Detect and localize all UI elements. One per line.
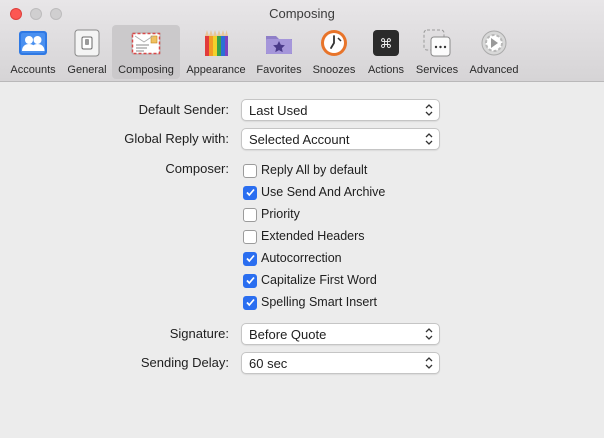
- sending-delay-row: Sending Delay: 60 sec: [0, 352, 604, 374]
- send-and-archive-label: Use Send And Archive: [261, 185, 386, 199]
- tab-general-label: General: [67, 64, 107, 76]
- sending-delay-label: Sending Delay:: [140, 355, 229, 370]
- priority-label: Priority: [261, 207, 300, 221]
- tab-favorites-label: Favorites: [256, 64, 302, 76]
- default-sender-value: Last Used: [249, 103, 308, 118]
- reply-all-label: Reply All by default: [261, 163, 368, 177]
- tab-snoozes-label: Snoozes: [312, 64, 356, 76]
- sending-delay-popup[interactable]: 60 sec: [241, 352, 440, 374]
- actions-icon: ⌘: [373, 30, 399, 56]
- window-title: Composing: [269, 6, 335, 21]
- tab-advanced[interactable]: Advanced: [464, 25, 524, 79]
- tab-accounts[interactable]: Accounts: [4, 25, 62, 79]
- extended-headers-checkbox[interactable]: [243, 230, 257, 244]
- signature-row: Signature: Before Quote: [0, 323, 604, 345]
- default-sender-label: Default Sender:: [138, 102, 229, 117]
- signature-label: Signature:: [169, 326, 229, 341]
- autocorrection-checkbox[interactable]: [243, 252, 257, 266]
- tab-appearance[interactable]: Appearance: [180, 25, 252, 79]
- tab-composing[interactable]: Composing: [112, 25, 180, 79]
- general-icon: [74, 29, 100, 57]
- signature-popup[interactable]: Before Quote: [241, 323, 440, 345]
- tab-actions-label: Actions: [367, 64, 405, 76]
- global-reply-label: Global Reply with:: [124, 131, 229, 146]
- tab-actions[interactable]: ⌘ Actions: [362, 25, 410, 79]
- tab-composing-label: Composing: [118, 64, 174, 76]
- snoozes-icon: [321, 30, 347, 56]
- global-reply-row: Global Reply with: Selected Account: [0, 128, 604, 150]
- spelling-smart-insert-checkbox[interactable]: [243, 296, 257, 310]
- services-icon: [423, 29, 451, 57]
- tab-appearance-label: Appearance: [186, 64, 246, 76]
- default-sender-popup[interactable]: Last Used: [241, 99, 440, 121]
- appearance-icon: [205, 30, 228, 56]
- checkmark-icon: [246, 298, 255, 307]
- checkmark-icon: [246, 188, 255, 197]
- titlebar: Composing Accounts General Composing App…: [0, 0, 604, 82]
- svg-text:⌘: ⌘: [380, 37, 393, 52]
- autocorrection-label: Autocorrection: [261, 251, 342, 265]
- chevron-updown-icon: [425, 133, 433, 145]
- checkmark-icon: [246, 276, 255, 285]
- priority-checkbox[interactable]: [243, 208, 257, 222]
- global-reply-value: Selected Account: [249, 132, 350, 147]
- favorites-icon: [266, 36, 292, 54]
- capitalize-first-word-checkbox[interactable]: [243, 274, 257, 288]
- checkmark-icon: [246, 254, 255, 263]
- chevron-updown-icon: [425, 104, 433, 116]
- spelling-smart-insert-label: Spelling Smart Insert: [261, 295, 378, 309]
- tab-accounts-label: Accounts: [10, 64, 56, 76]
- capitalize-first-word-label: Capitalize First Word: [261, 273, 377, 287]
- tab-general[interactable]: General: [62, 25, 112, 79]
- tab-advanced-label: Advanced: [469, 64, 519, 76]
- extended-headers-label: Extended Headers: [261, 229, 365, 243]
- signature-value: Before Quote: [249, 327, 327, 342]
- tab-services-label: Services: [415, 64, 459, 76]
- composing-settings-panel: Default Sender: Last Used Global Reply w…: [0, 82, 604, 438]
- accounts-icon: [19, 31, 47, 55]
- chevron-updown-icon: [425, 357, 433, 369]
- tab-snoozes[interactable]: Snoozes: [306, 25, 362, 79]
- default-sender-row: Default Sender: Last Used: [0, 99, 604, 121]
- tab-favorites[interactable]: Favorites: [252, 25, 306, 79]
- preferences-window: Composing Accounts General Composing App…: [0, 0, 604, 438]
- chevron-updown-icon: [425, 328, 433, 340]
- tab-services[interactable]: Services: [410, 25, 464, 79]
- sending-delay-value: 60 sec: [249, 356, 288, 371]
- send-and-archive-checkbox[interactable]: [243, 186, 257, 200]
- advanced-icon: [481, 30, 507, 56]
- reply-all-checkbox[interactable]: [243, 164, 257, 178]
- global-reply-popup[interactable]: Selected Account: [241, 128, 440, 150]
- composer-label: Composer:: [165, 161, 229, 176]
- composing-icon: [131, 32, 161, 55]
- preferences-toolbar: Accounts General Composing Appearance Fa…: [4, 25, 524, 79]
